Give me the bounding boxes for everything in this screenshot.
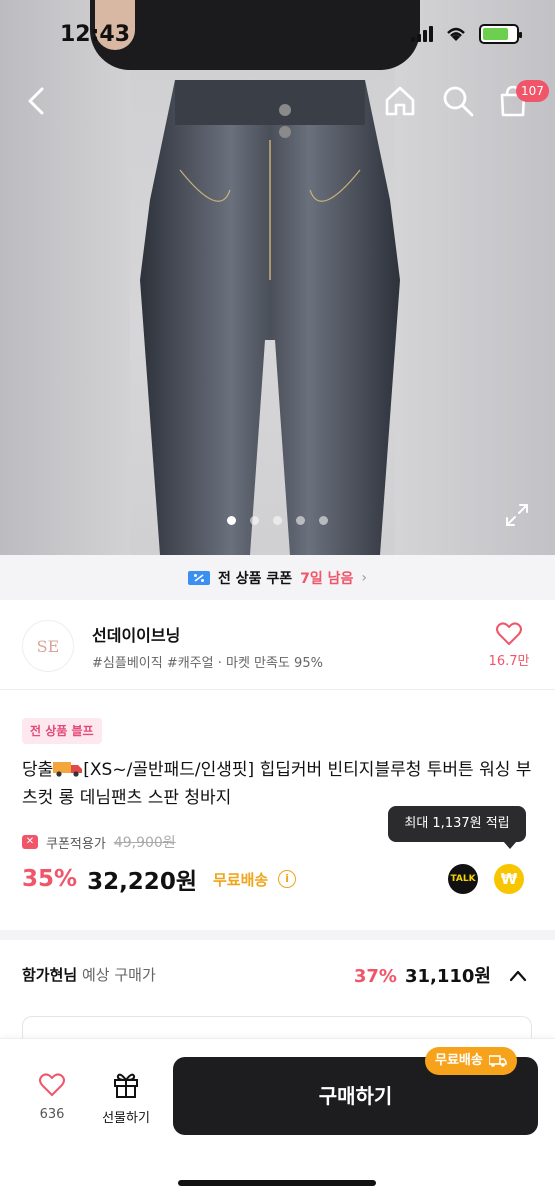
- gift-icon: [114, 1073, 138, 1098]
- top-nav: [0, 75, 555, 130]
- carousel-dot[interactable]: [227, 516, 236, 525]
- search-icon[interactable]: [440, 83, 476, 119]
- cart-count-badge: 107: [516, 80, 549, 102]
- discount-rate: 35%: [22, 866, 78, 892]
- kakao-talk-button[interactable]: TALK: [448, 864, 478, 894]
- store-tags: #심플베이직 #캐주얼 · 마켓 만족도 95%: [92, 656, 323, 671]
- jeans-photo: [120, 80, 420, 555]
- coupon-price-label: 쿠폰적용가: [46, 836, 106, 852]
- coupon-small-icon: ✕: [22, 835, 38, 849]
- expected-discount: 37%: [353, 966, 397, 987]
- coupon-price-row: ✕ 쿠폰적용가 49,900원: [22, 832, 176, 852]
- store-row[interactable]: SE 선데이이브닝 #심플베이직 #캐주얼 · 마켓 만족도 95% 16.7만: [0, 600, 555, 690]
- carousel-dot[interactable]: [319, 516, 328, 525]
- free-shipping-label: 무료배송: [212, 870, 269, 889]
- coupon-icon: [187, 570, 210, 585]
- truck-icon: [488, 1055, 507, 1067]
- delivery-truck-icon: [53, 762, 83, 777]
- coupon-banner[interactable]: 전 상품 쿠폰 7일 남음 ›: [0, 555, 555, 600]
- carousel-dot[interactable]: [250, 516, 259, 525]
- carousel-dots[interactable]: [0, 516, 555, 525]
- user-name: 함가현님: [22, 966, 78, 984]
- battery-icon: [479, 24, 522, 44]
- chevron-up-icon[interactable]: [508, 966, 528, 986]
- expected-price-value: 37% 31,110원: [354, 962, 491, 988]
- wifi-icon: [447, 27, 465, 41]
- store-logo[interactable]: SE: [22, 620, 74, 672]
- bottom-action-bar: 636 선물하기 구매하기 무료배송: [0, 1038, 555, 1200]
- heart-icon: [39, 1073, 65, 1096]
- wishlist-count: 636: [39, 1107, 65, 1122]
- free-shipping-pill: 무료배송: [425, 1047, 517, 1075]
- section-divider: [0, 930, 555, 940]
- expected-price: 31,110원: [404, 966, 491, 987]
- title-prefix: 당출: [22, 760, 54, 780]
- price-row: 35% 32,220원 무료배송 i: [22, 862, 297, 896]
- status-icons: [411, 24, 522, 44]
- free-pill-text: 무료배송: [435, 1053, 483, 1068]
- home-icon[interactable]: [382, 83, 418, 119]
- title-text: [XS~/골반패드/인생핏] 힙딥커버 빈티지블루청 투버튼 워싱 부츠컷 롱 …: [22, 760, 532, 808]
- carousel-dot[interactable]: [296, 516, 305, 525]
- original-price: 49,900원: [113, 835, 176, 851]
- back-icon[interactable]: [20, 83, 56, 119]
- coupon-days-left: 7일 남음: [300, 570, 354, 587]
- points-tooltip: 최대 1,137원 적립: [388, 806, 526, 849]
- info-icon[interactable]: i: [278, 870, 297, 888]
- gift-label: 선물하기: [102, 1111, 150, 1126]
- gift-button[interactable]: 선물하기: [94, 1069, 158, 1126]
- expected-price-label: 함가현님 예상 구매가: [22, 964, 156, 985]
- wishlist-button[interactable]: 636: [30, 1073, 74, 1122]
- points-won-button[interactable]: ₩: [494, 864, 524, 894]
- carousel-dot[interactable]: [273, 516, 282, 525]
- store-like-count: 16.7만: [488, 654, 530, 669]
- sale-price: 32,220원: [87, 869, 197, 895]
- chevron-right-icon: ›: [361, 569, 368, 586]
- coupon-banner-text: 전 상품 쿠폰: [217, 570, 293, 587]
- store-name[interactable]: 선데이이브닝: [92, 622, 180, 646]
- product-title: 당출 [XS~/골반패드/인생핏] 힙딥커버 빈티지블루청 투버튼 워싱 부츠컷…: [22, 756, 532, 812]
- expected-label-text: 예상 구매가: [81, 966, 156, 984]
- expand-icon[interactable]: [504, 502, 530, 528]
- sale-badge: 전 상품 블프: [22, 718, 102, 744]
- status-time: 12:43: [60, 22, 131, 47]
- signal-icon: [411, 26, 433, 42]
- home-indicator: [178, 1180, 376, 1186]
- status-bar: 12:43: [0, 0, 555, 70]
- expected-price-row[interactable]: 함가현님 예상 구매가 37% 31,110원: [0, 940, 555, 1010]
- store-like-heart-icon[interactable]: [496, 622, 522, 646]
